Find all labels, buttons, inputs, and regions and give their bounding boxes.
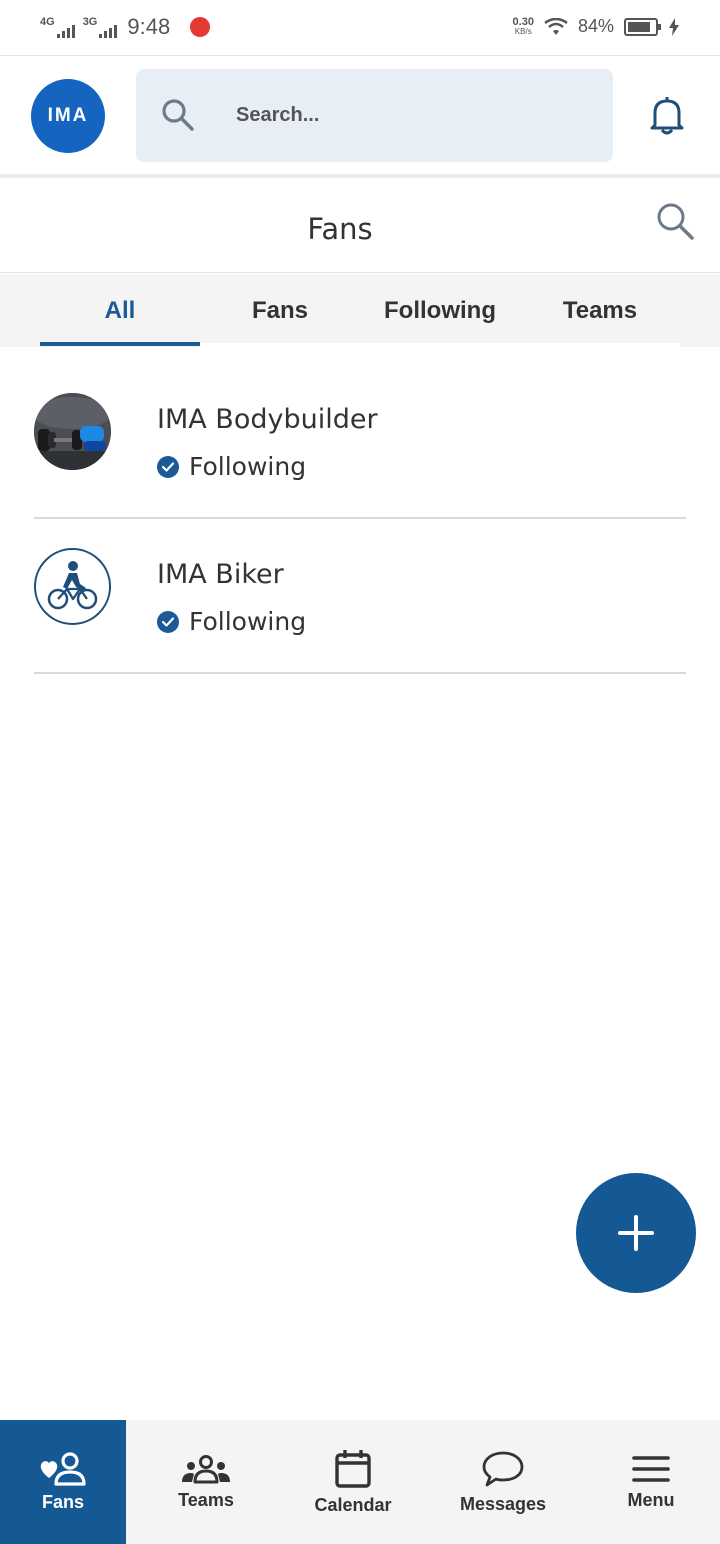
add-button[interactable]: [576, 1173, 696, 1293]
nav-label: Fans: [41, 1491, 84, 1512]
network-speed-unit: KB/s: [514, 26, 532, 36]
bottom-nav: Fans Teams Calendar Messages Menu: [0, 1420, 720, 1544]
dumbbell-photo: [34, 393, 111, 470]
search-input[interactable]: [236, 99, 596, 131]
battery-percent: 84%: [577, 16, 614, 36]
wifi-icon: [544, 17, 568, 35]
signal-bars-icon: [99, 25, 118, 38]
app-header: IMA: [0, 57, 720, 174]
nav-messages[interactable]: Messages: [440, 1420, 566, 1544]
nav-label: Menu: [627, 1489, 675, 1510]
cell-signal-1: 4G: [40, 16, 75, 38]
nav-teams[interactable]: Teams: [143, 1420, 269, 1544]
list-item[interactable]: IMA Bodybuilder Following: [34, 364, 686, 519]
battery-icon: [624, 17, 661, 36]
nav-fans[interactable]: Fans: [0, 1420, 126, 1544]
search-bar[interactable]: [136, 69, 613, 162]
tab-fans[interactable]: Fans: [200, 274, 360, 347]
fans-icon: [40, 1451, 86, 1486]
nav-label: Calendar: [314, 1494, 392, 1515]
nav-menu[interactable]: Menu: [588, 1420, 714, 1544]
check-circle-icon: [157, 455, 179, 478]
notifications-bell-icon[interactable]: [646, 95, 688, 137]
tab-following[interactable]: Following: [360, 274, 520, 347]
network-speed: 0.30 KB/s: [512, 15, 534, 36]
cell-signal-2: 3G: [83, 16, 118, 38]
teams-icon: [182, 1454, 230, 1483]
nav-label: Messages: [459, 1493, 547, 1514]
plus-icon: [618, 1215, 654, 1251]
item-name: IMA Biker: [157, 559, 284, 590]
charging-icon: [669, 17, 679, 36]
calendar-icon: [335, 1449, 371, 1488]
network-type-label: 3G: [82, 16, 98, 28]
tab-teams[interactable]: Teams: [520, 274, 680, 347]
avatar: [34, 548, 111, 625]
follow-status[interactable]: Following: [157, 607, 306, 636]
page-title: Fans: [307, 212, 373, 246]
search-icon[interactable]: [654, 200, 696, 242]
network-speed-value: 0.30: [512, 15, 534, 28]
active-tab-indicator: [40, 342, 200, 346]
avatar: [34, 393, 111, 470]
follow-status-label: Following: [189, 452, 307, 481]
menu-icon: [632, 1455, 670, 1482]
item-name: IMA Bodybuilder: [157, 404, 378, 435]
status-bar: 4G 3G 9:48 0.30 KB/s 84%: [0, 0, 720, 56]
messages-icon: [482, 1451, 524, 1486]
network-type-label: 4G: [40, 16, 55, 28]
search-icon: [162, 99, 194, 131]
tabs-bottom-edge: [200, 343, 680, 347]
nav-label: Teams: [178, 1489, 234, 1510]
nav-calendar[interactable]: Calendar: [290, 1420, 416, 1544]
status-time: 9:48: [127, 14, 171, 39]
app-logo[interactable]: IMA: [31, 79, 105, 153]
signal-bars-icon: [56, 25, 75, 38]
list-item[interactable]: IMA Biker Following: [34, 519, 686, 674]
notification-app-icon: [190, 17, 211, 37]
filter-tabs: All Fans Following Teams: [0, 274, 720, 347]
cyclist-icon: [47, 561, 98, 610]
check-circle-icon: [157, 610, 179, 633]
follow-status-label: Following: [189, 607, 307, 636]
follow-status[interactable]: Following: [157, 452, 306, 481]
tab-all[interactable]: All: [40, 274, 200, 347]
title-row: Fans: [0, 178, 720, 273]
